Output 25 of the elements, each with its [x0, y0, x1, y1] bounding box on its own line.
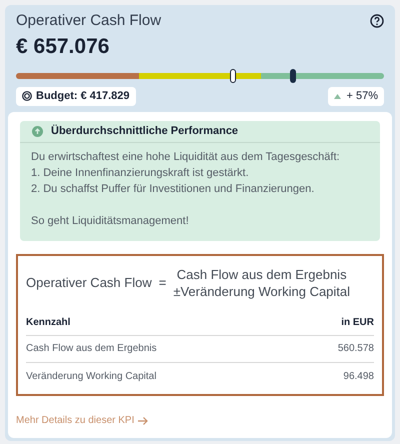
budget-label: Budget: € 417.829	[36, 88, 130, 104]
arrow-right-icon	[138, 416, 148, 424]
column-header: Kennzahl	[26, 316, 70, 330]
help-icon[interactable]	[370, 14, 384, 28]
table-cell-text: Veränderung Working Capital	[26, 370, 156, 384]
column-header: in EUR	[341, 316, 374, 330]
table-cell-text: 96.498	[343, 370, 374, 384]
notice-text: 1. Deine Innenfinanzierungskraft ist gestärkt.	[31, 166, 250, 180]
formula-left: Operativer Cash Flow	[26, 274, 152, 292]
card-title: Operativer Cash Flow	[16, 11, 162, 31]
formula-term: Cash Flow aus dem Ergebnis	[176, 266, 347, 282]
table-cell-text: Cash Flow aus dem Ergebnis	[26, 342, 157, 356]
formula-operator: =	[158, 274, 166, 292]
notice-text: So geht Liquiditätsmanagement!	[31, 214, 190, 228]
trend-up-icon	[334, 94, 340, 98]
table-cell-text: 560.578	[338, 342, 374, 356]
target-icon	[22, 91, 32, 101]
details-link[interactable]: Mehr Details zu dieser KPI	[16, 413, 148, 428]
formula-term: ±Veränderung Working Capital	[173, 282, 350, 300]
notice-text: Du erwirtschaftest eine hohe Liquidität aus dem Tagesgeschäft:	[31, 150, 341, 164]
notice-title: Überdurchschnittliche Performance	[51, 124, 238, 139]
trend-label: + 57%	[346, 88, 378, 104]
kpi-value: € 657.076	[16, 34, 110, 60]
arrow-up-circle-icon	[32, 126, 43, 136]
notice-text: 2. Du schaffst Puffer für Investitionen und Finanzierungen.	[31, 182, 316, 196]
